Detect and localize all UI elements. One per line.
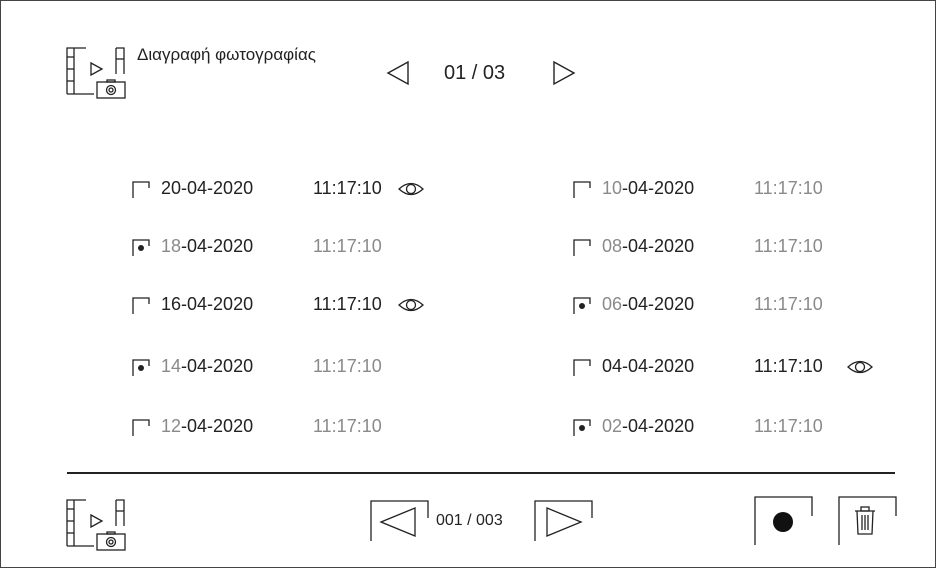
next-record-button[interactable] — [533, 500, 593, 542]
triangle-right-icon — [553, 60, 576, 86]
media-camera-icon — [64, 496, 136, 552]
record-date-rest: -04-2020 — [622, 356, 695, 376]
viewed-eye-icon — [397, 296, 425, 314]
trash-icon — [855, 506, 875, 535]
record-date-rest: -04-2020 — [181, 178, 254, 198]
next-page-button[interactable] — [552, 60, 576, 86]
record-checkbox[interactable] — [573, 181, 591, 199]
record-time: 11:17:10 — [754, 236, 823, 256]
record-checkbox[interactable] — [132, 239, 150, 257]
record-checkbox[interactable] — [132, 297, 150, 315]
prev-record-button[interactable] — [369, 500, 429, 542]
record-date: 12-04-2020 — [161, 416, 253, 437]
record-day: 20 — [161, 178, 182, 198]
record-date-rest: -04-2020 — [181, 416, 254, 436]
record-date-rest: -04-2020 — [181, 294, 254, 314]
record-day: 08 — [602, 236, 623, 256]
record-date: 16-04-2020 — [161, 294, 253, 315]
record-date-rest: -04-2020 — [181, 356, 254, 376]
record-button[interactable] — [753, 496, 813, 546]
record-day: 12 — [161, 416, 182, 436]
record-time: 11:17:10 — [313, 416, 382, 436]
record-checkbox[interactable] — [132, 419, 150, 437]
record-date: 02-04-2020 — [602, 416, 694, 437]
record-day: 18 — [161, 236, 182, 256]
record-date-rest: -04-2020 — [622, 416, 695, 436]
record-date: 08-04-2020 — [602, 236, 694, 257]
record-counter: 001 / 003 — [436, 512, 503, 529]
record-date: 04-04-2020 — [602, 356, 694, 377]
triangle-left-icon — [379, 507, 416, 537]
delete-button[interactable] — [837, 496, 897, 546]
viewed-eye-icon — [397, 180, 425, 198]
record-checkbox[interactable] — [132, 181, 150, 199]
record-day: 10 — [602, 178, 623, 198]
record-date-rest: -04-2020 — [622, 294, 695, 314]
record-date-rest: -04-2020 — [622, 236, 695, 256]
media-camera-icon — [64, 44, 136, 100]
record-time: 11:17:10 — [754, 294, 823, 314]
record-checkbox[interactable] — [573, 239, 591, 257]
record-checkbox[interactable] — [573, 297, 591, 315]
record-checkbox[interactable] — [132, 359, 150, 377]
record-date: 18-04-2020 — [161, 236, 253, 257]
record-day: 04 — [602, 356, 623, 376]
page-counter: 01 / 03 — [444, 62, 506, 84]
record-time: 11:17:10 — [754, 178, 823, 198]
record-date-rest: -04-2020 — [622, 178, 695, 198]
viewed-eye-icon — [846, 358, 874, 376]
record-checkbox[interactable] — [573, 359, 591, 377]
screen-frame — [0, 0, 936, 568]
record-time: 11:17:10 — [313, 356, 382, 376]
prev-page-button[interactable] — [386, 60, 410, 86]
record-time: 11:17:10 — [754, 356, 823, 376]
triangle-right-icon — [546, 507, 583, 537]
record-time: 11:17:10 — [313, 236, 382, 256]
record-checkbox[interactable] — [573, 419, 591, 437]
record-day: 02 — [602, 416, 623, 436]
record-date-rest: -04-2020 — [181, 236, 254, 256]
footer-divider — [67, 472, 895, 474]
record-day: 06 — [602, 294, 623, 314]
record-date: 20-04-2020 — [161, 178, 253, 199]
record-time: 11:17:10 — [754, 416, 823, 436]
triangle-left-icon — [386, 60, 409, 86]
page-title: Διαγραφή φωτογραφίας — [137, 45, 316, 64]
record-date: 14-04-2020 — [161, 356, 253, 377]
record-date: 10-04-2020 — [602, 178, 694, 199]
record-dot-icon — [773, 512, 793, 532]
record-day: 16 — [161, 294, 182, 314]
record-day: 14 — [161, 356, 182, 376]
record-time: 11:17:10 — [313, 294, 382, 314]
record-time: 11:17:10 — [313, 178, 382, 198]
record-date: 06-04-2020 — [602, 294, 694, 315]
